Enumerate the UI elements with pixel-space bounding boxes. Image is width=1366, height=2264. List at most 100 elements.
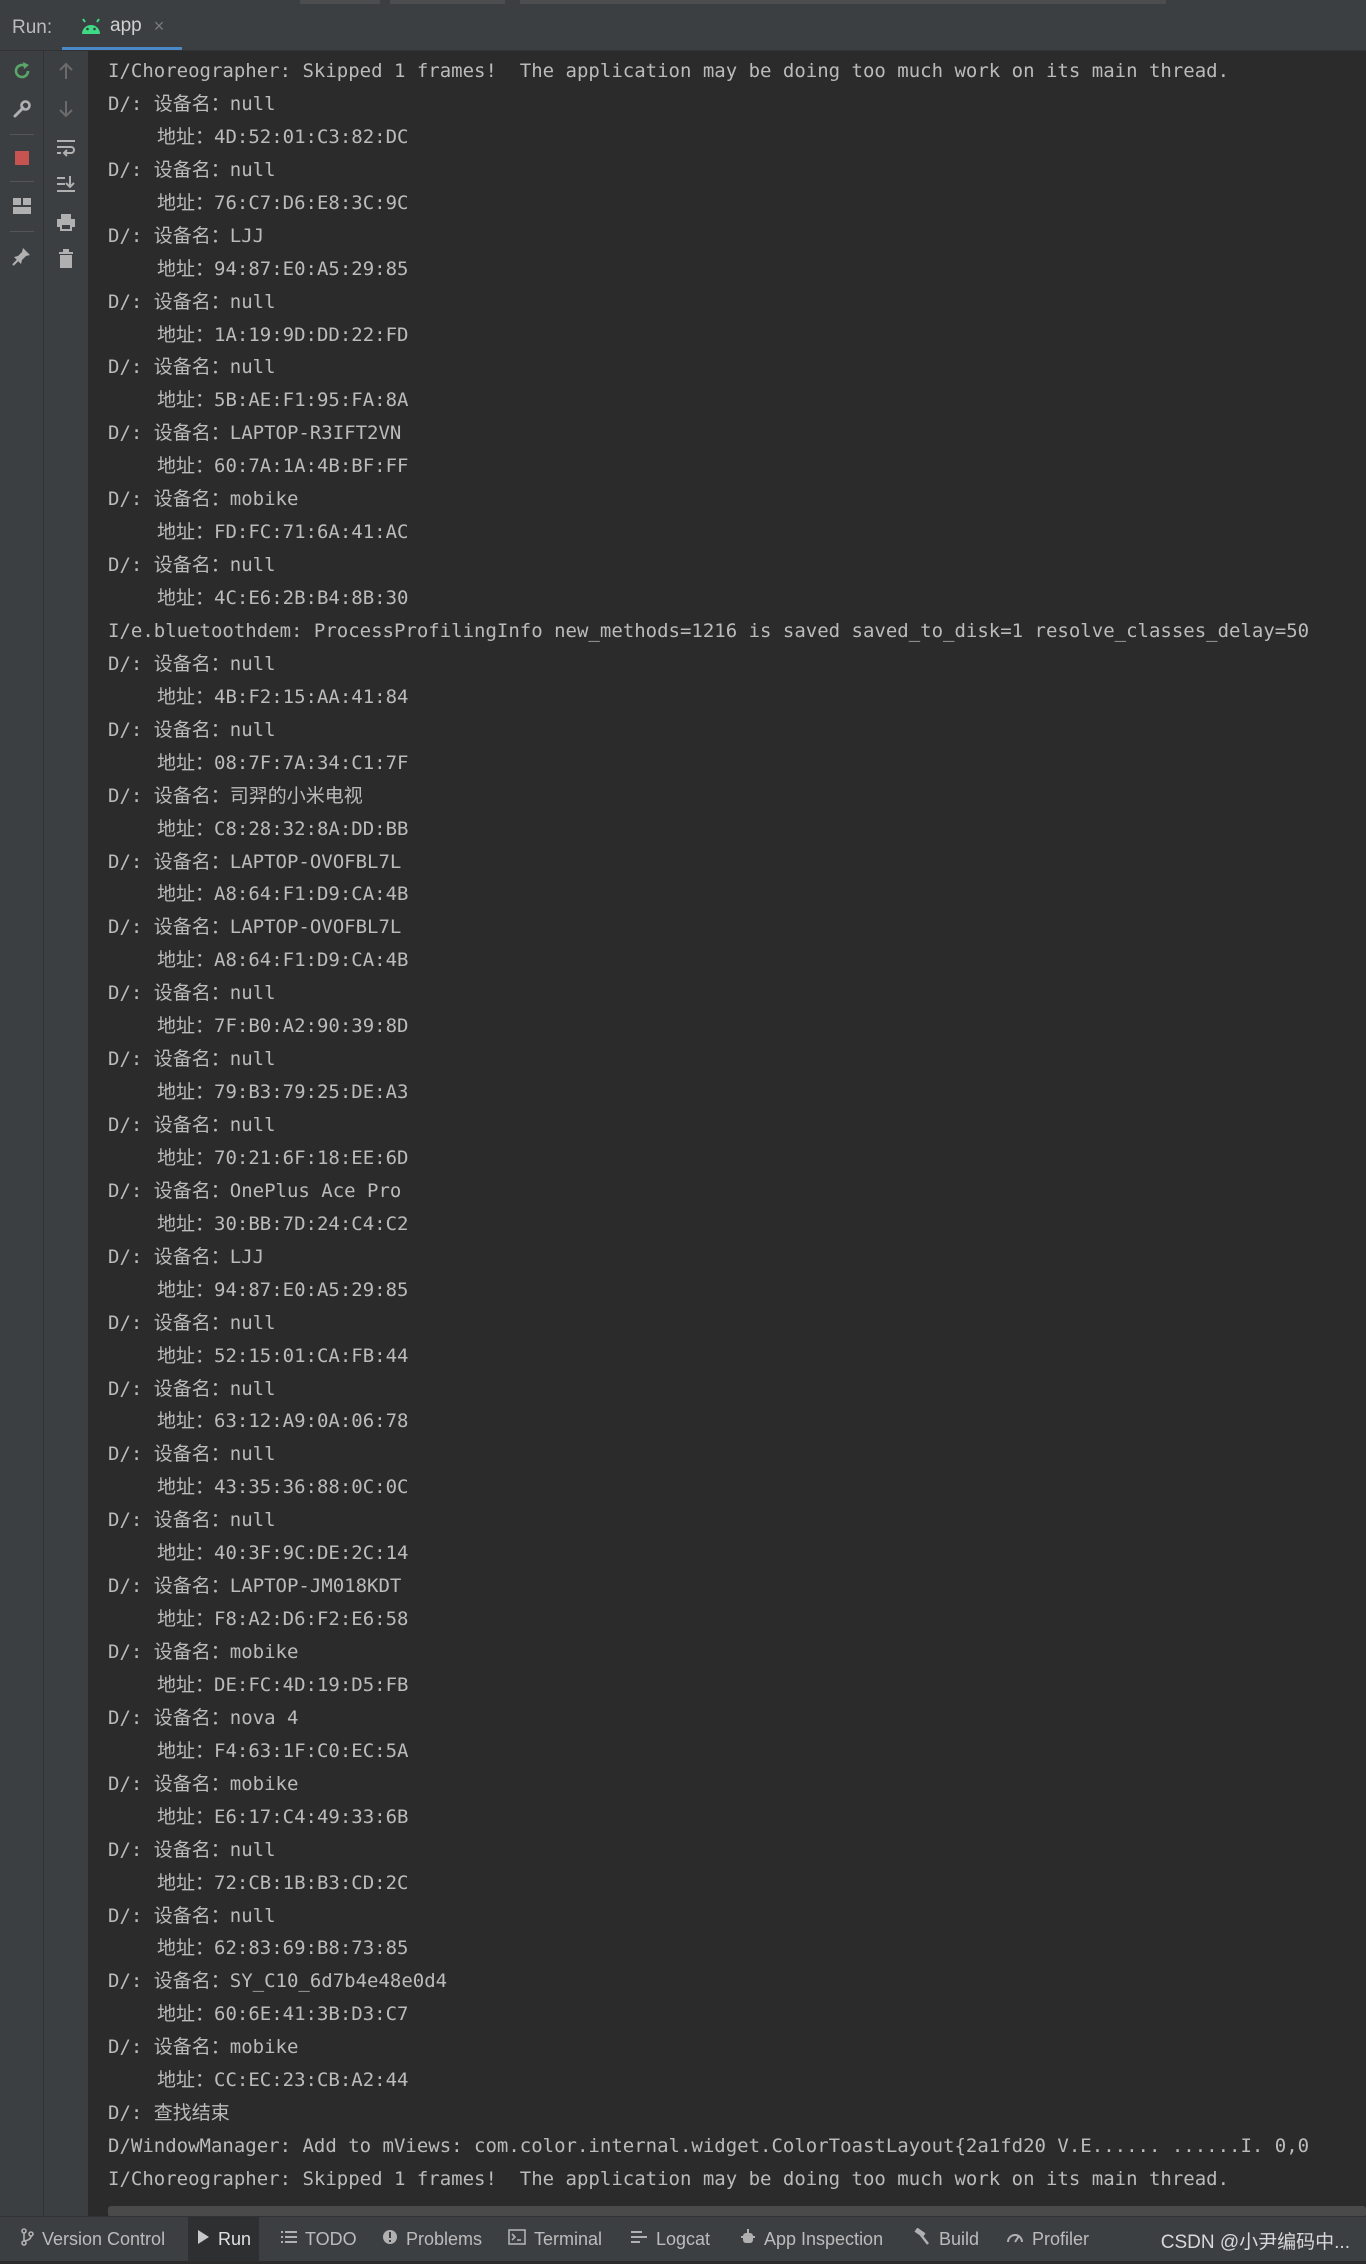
log-line: D/: 设备名：mobike (108, 2036, 299, 2059)
stop-icon[interactable] (7, 143, 37, 173)
log-line: 地址：52:15:01:CA:FB:44 (157, 1344, 409, 1367)
top-tab-remnant (300, 0, 380, 4)
log-line: 地址：60:7A:1A:4B:BF:FF (157, 455, 409, 478)
log-line: D/: 设备名：null (108, 718, 276, 741)
tab-profiler[interactable]: Profiler (998, 2217, 1097, 2261)
log-line: 地址：63:12:A9:0A:06:78 (157, 1410, 409, 1433)
tab-run-label: Run (218, 2228, 252, 2249)
log-line: 地址：CC:EC:23:CB:A2:44 (157, 2069, 409, 2092)
console-output[interactable]: I/Choreographer: Skipped 1 frames! The a… (90, 51, 1366, 2216)
log-line: D/: 设备名：LJJ (108, 224, 265, 247)
log-line: D/: 设备名：LAPTOP-JM018KDT (108, 1575, 402, 1598)
inspect-icon (740, 2228, 756, 2251)
log-line: D/: 设备名：mobike (108, 1772, 299, 1795)
trash-icon[interactable] (51, 244, 81, 274)
rerun-icon[interactable] (7, 56, 37, 86)
log-line: 地址：08:7F:7A:34:C1:7F (157, 751, 409, 774)
log-line: 地址：4B:F2:15:AA:41:84 (157, 685, 409, 708)
log-line: D/: 设备名：null (108, 1838, 276, 1861)
horizontal-scrollbar[interactable] (108, 2206, 1366, 2216)
wrench-icon[interactable] (7, 94, 37, 124)
log-line: 地址：F4:63:1F:C0:EC:5A (157, 1739, 409, 1762)
log-line: D/: 设备名：null (108, 982, 276, 1005)
log-line: D/: 设备名：null (108, 652, 276, 675)
tab-version-control[interactable]: Version Control (12, 2217, 173, 2261)
soft-wrap-icon[interactable] (51, 132, 81, 162)
info-icon (382, 2229, 398, 2250)
gauge-icon (1006, 2230, 1024, 2249)
log-line: 地址：A8:64:F1:D9:CA:4B (157, 883, 409, 906)
log-line: D/: 设备名：mobike (108, 488, 299, 511)
log-line: D/: 设备名：SY_C10_6d7b4e48e0d4 (108, 1970, 448, 1993)
log-line: D/: 设备名：mobike (108, 1641, 299, 1663)
close-icon[interactable]: × (154, 16, 165, 37)
log-line: 地址：DE:FC:4D:19:D5:FB (157, 1673, 409, 1696)
log-line: 地址：76:C7:D6:E8:3C:9C (157, 191, 409, 214)
log-line: 地址：F8:A2:D6:F2:E6:58 (157, 1608, 409, 1631)
tab-logcat[interactable]: Logcat (622, 2217, 718, 2261)
log-line: D/: 设备名：LAPTOP-R3IFT2VN (108, 422, 402, 445)
log-line: D/: 设备名：null (108, 1311, 276, 1334)
watermark: CSDN @小尹编码中... (1160, 2232, 1350, 2253)
log-line: D/: 设备名：null (108, 1114, 276, 1136)
log-line: 地址：E6:17:C4:49:33:6B (157, 1805, 409, 1828)
log-line: D/: 设备名：司羿的小米电视 (108, 784, 363, 807)
tab-build[interactable]: Build (905, 2217, 987, 2261)
log-line: I/Choreographer: Skipped 1 frames! The a… (108, 2168, 1230, 2190)
log-line: D/: 设备名：LJJ (108, 1245, 265, 1268)
log-line: 地址：5B:AE:F1:95:FA:8A (157, 389, 409, 412)
arrow-down-icon[interactable] (51, 94, 81, 124)
tab-run[interactable]: Run (188, 2217, 260, 2261)
tab-app-inspection-label: App Inspection (764, 2228, 884, 2249)
log-line: D/: 设备名：null (108, 92, 276, 115)
tab-profiler-label: Profiler (1032, 2228, 1090, 2249)
list-icon (281, 2230, 297, 2249)
toolbar-divider (10, 231, 34, 232)
log-line: D/: 设备名：LAPTOP-OVOFBL7L (108, 850, 402, 873)
log-line: D/: 设备名：null (108, 290, 276, 313)
print-icon[interactable] (51, 207, 81, 237)
log-line: 地址：72:CB:1B:B3:CD:2C (157, 1871, 409, 1894)
tab-todo[interactable]: TODO (273, 2217, 365, 2261)
tab-problems[interactable]: Problems (374, 2217, 490, 2261)
log-line: I/e.bluetoothdem: ProcessProfilingInfo n… (108, 619, 1310, 642)
log-line: 地址：94:87:E0:A5:29:85 (157, 257, 409, 280)
android-icon (82, 18, 100, 34)
pin-icon[interactable] (7, 241, 37, 271)
log-line: 地址：30:BB:7D:24:C4:C2 (157, 1212, 409, 1235)
top-tab-remnant (390, 0, 505, 4)
play-icon (196, 2229, 210, 2250)
log-line: 地址：1A:19:9D:DD:22:FD (157, 323, 409, 346)
log-line: D/: 设备名：null (108, 554, 276, 577)
branch-icon (20, 2227, 34, 2251)
log-line: 地址：4C:E6:2B:B4:8B:30 (157, 587, 409, 609)
run-label: Run: (12, 17, 53, 38)
tab-todo-label: TODO (305, 2228, 357, 2249)
log-line: 地址：4D:52:01:C3:82:DC (157, 125, 409, 148)
log-line: 地址：70:21:6F:18:EE:6D (157, 1146, 409, 1169)
log-line: D/: 查找结束 (108, 2102, 230, 2125)
hammer-icon (913, 2227, 931, 2251)
log-line: I/Choreographer: Skipped 1 frames! The a… (108, 60, 1230, 82)
scroll-to-end-icon[interactable] (51, 169, 81, 199)
log-line: D/: 设备名：null (108, 1377, 276, 1400)
layout-icon[interactable] (7, 191, 37, 221)
arrow-up-icon[interactable] (51, 56, 81, 86)
tab-app-label: app (110, 15, 142, 36)
log-line: 地址：40:3F:9C:DE:2C:14 (157, 1542, 409, 1565)
log-line: 地址：94:87:E0:A5:29:85 (157, 1278, 409, 1301)
tab-logcat-label: Logcat (656, 2228, 711, 2249)
log-line: D/: 设备名：nova 4 (108, 1706, 299, 1729)
log-line: 地址：7F:B0:A2:90:39:8D (157, 1015, 409, 1038)
top-tab-remnant (520, 0, 1166, 4)
log-line: 地址：43:35:36:88:0C:0C (157, 1476, 409, 1499)
tab-terminal[interactable]: Terminal (500, 2217, 610, 2261)
log-line: D/WindowManager: Add to mViews: com.colo… (108, 2135, 1310, 2158)
tab-app-inspection[interactable]: App Inspection (732, 2217, 891, 2261)
bottom-tool-bar: Version Control Run TODO Problems Termin… (0, 2216, 1366, 2261)
run-toolbar-left (0, 51, 44, 2216)
tab-app[interactable]: app × (62, 5, 182, 50)
run-toolbar-right (44, 51, 89, 2216)
log-line: D/: 设备名：null (108, 1904, 276, 1927)
log-line: D/: 设备名：null (108, 356, 276, 379)
